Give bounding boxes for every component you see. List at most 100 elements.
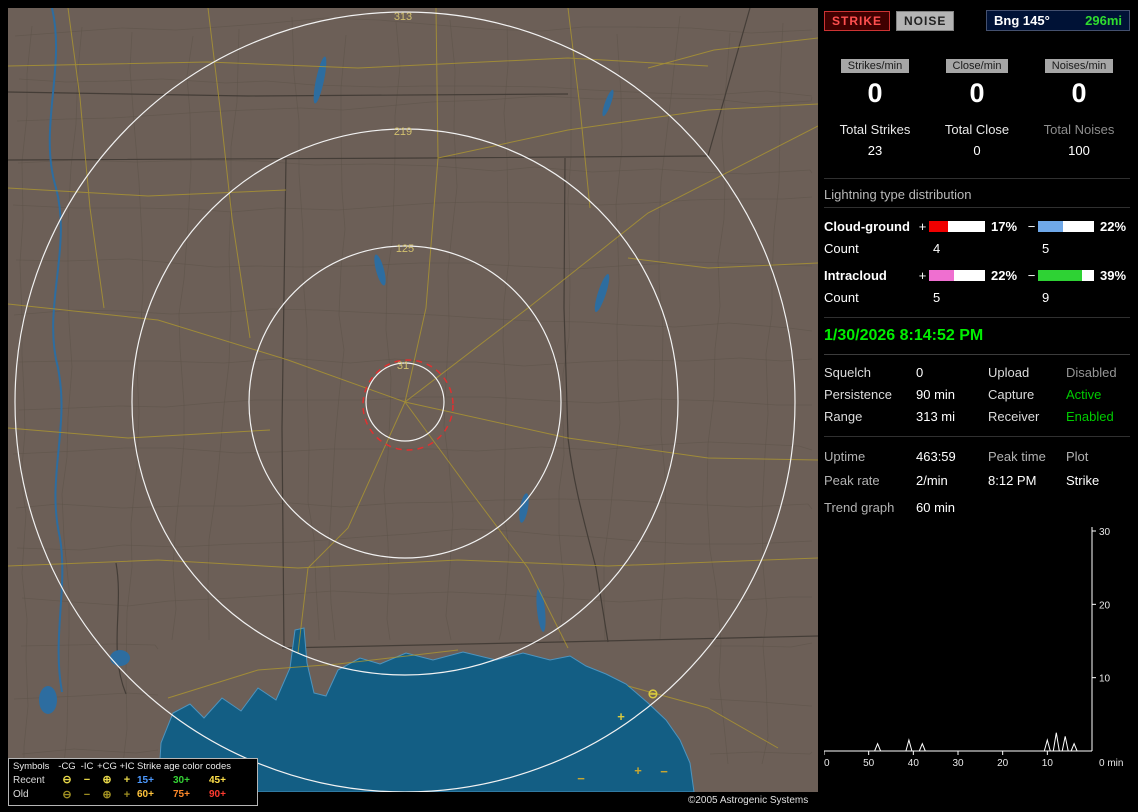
strike-button[interactable]: STRIKE bbox=[824, 10, 891, 31]
trend-x-tick-label: 30 bbox=[952, 758, 964, 769]
peak-time-label: Peak time bbox=[988, 449, 1046, 464]
plus-sign: + bbox=[918, 268, 927, 283]
noises-per-min-chip: Noises/min bbox=[1044, 59, 1114, 73]
trend-x-tick-label: 40 bbox=[908, 758, 920, 769]
persistence-value: 90 min bbox=[916, 387, 956, 402]
legend-col-pos-ic: +IC bbox=[119, 761, 135, 772]
ic-negative-count: 9 bbox=[1042, 290, 1050, 305]
trend-y-tick-label: 30 bbox=[1099, 527, 1111, 538]
count-label: Count bbox=[824, 290, 859, 305]
status-panel: STRIKE NOISE Bng 145° 296mi Strikes/min … bbox=[818, 10, 1130, 778]
trend-graph-row: Trend graph 60 min bbox=[824, 500, 1130, 515]
strike-symbol: ⊖ bbox=[648, 686, 659, 701]
total-strikes-value: 23 bbox=[867, 143, 883, 158]
legend-symbols-header: Symbols bbox=[13, 761, 50, 772]
trend-spike bbox=[1070, 742, 1078, 752]
strike-symbol: − bbox=[577, 771, 585, 786]
noise-button[interactable]: NOISE bbox=[896, 10, 955, 31]
age-code-60: 60+ bbox=[137, 789, 154, 801]
range-value: 313 mi bbox=[916, 409, 956, 424]
cg-negative-bar bbox=[1038, 221, 1094, 232]
intracloud-count-row: Count 5 9 bbox=[824, 290, 1130, 305]
ic-negative-bar bbox=[1038, 270, 1094, 281]
legend-col-pos-cg: +CG bbox=[97, 761, 117, 772]
legend-row-old-label: Old bbox=[13, 789, 29, 801]
ring-label-125: 125 bbox=[396, 243, 414, 255]
capture-label: Capture bbox=[988, 387, 1035, 402]
peak-time-value: 8:12 PM bbox=[988, 473, 1037, 488]
rate-box-close: Close/min 0 Total Close 0 bbox=[926, 57, 1028, 158]
lightning-map[interactable]: 313 219 125 31 ⊖ + + − − bbox=[7, 7, 819, 793]
trend-y-tick-label: 10 bbox=[1099, 674, 1111, 685]
upload-status: Disabled bbox=[1066, 365, 1117, 380]
upload-label: Upload bbox=[988, 365, 1030, 380]
receiver-status: Enabled bbox=[1066, 409, 1114, 424]
squelch-value: 0 bbox=[916, 365, 924, 380]
plus-sign: + bbox=[918, 219, 927, 234]
ring-label-313: 313 bbox=[394, 11, 412, 23]
intracloud-label: Intracloud bbox=[824, 268, 887, 283]
trend-x-tick-label: 10 bbox=[1042, 758, 1054, 769]
lightning-distribution-section: Lightning type distribution Cloud-ground… bbox=[824, 178, 1130, 305]
peak-rate-label: Peak rate bbox=[824, 473, 880, 488]
rate-box-strikes: Strikes/min 0 Total Strikes 23 bbox=[824, 57, 926, 158]
cloud-ground-label: Cloud-ground bbox=[824, 219, 910, 234]
total-noises-value: 100 bbox=[1068, 143, 1090, 158]
pos-ic-old-icon: + bbox=[123, 788, 131, 801]
neg-ic-old-icon: − bbox=[83, 788, 91, 801]
legend-age-header: Strike age color codes bbox=[137, 761, 231, 772]
trend-x-tick-label: 60 bbox=[824, 758, 830, 769]
trend-spike bbox=[1052, 732, 1060, 752]
trend-spike bbox=[918, 742, 926, 752]
legend-row-recent-label: Recent bbox=[13, 774, 45, 786]
close-per-min-value: 0 bbox=[969, 78, 985, 108]
panel-top-bar: STRIKE NOISE Bng 145° 296mi bbox=[824, 10, 1130, 31]
total-noises-label: Total Noises bbox=[1043, 122, 1115, 137]
trend-spike bbox=[1061, 736, 1069, 752]
uptime-label: Uptime bbox=[824, 449, 866, 464]
cg-positive-bar bbox=[929, 221, 985, 232]
total-close-label: Total Close bbox=[944, 122, 1010, 137]
noises-per-min-value: 0 bbox=[1071, 78, 1087, 108]
age-code-45: 45+ bbox=[209, 774, 226, 786]
strike-symbol: + bbox=[634, 763, 642, 778]
trend-graph-label: Trend graph bbox=[824, 500, 895, 515]
pos-cg-old-icon: ⊕ bbox=[102, 788, 112, 801]
pos-ic-recent-icon: + bbox=[123, 773, 131, 786]
cg-positive-count: 4 bbox=[933, 241, 941, 256]
trend-y-tick-label: 20 bbox=[1099, 600, 1111, 611]
uptime-value: 463:59 bbox=[916, 449, 956, 464]
minus-sign: − bbox=[1027, 268, 1036, 283]
trend-spike bbox=[905, 738, 913, 752]
strikes-per-min-value: 0 bbox=[867, 78, 883, 108]
neg-ic-recent-icon: − bbox=[83, 773, 91, 786]
trend-spike bbox=[874, 742, 882, 752]
ic-positive-pct: 22% bbox=[991, 268, 1018, 283]
distribution-row-cloud-ground: Cloud-ground + 17% − 22% bbox=[824, 219, 1130, 234]
age-code-30: 30+ bbox=[173, 774, 190, 786]
age-code-90: 90+ bbox=[209, 789, 226, 801]
neg-cg-recent-icon: ⊖ bbox=[62, 773, 72, 786]
peak-rate-value: 2/min bbox=[916, 473, 948, 488]
legend-col-neg-ic: -IC bbox=[80, 761, 94, 772]
total-strikes-label: Total Strikes bbox=[839, 122, 911, 137]
bearing-display: Bng 145° 296mi bbox=[986, 10, 1130, 31]
ring-label-31: 31 bbox=[397, 360, 409, 372]
age-code-15: 15+ bbox=[137, 774, 154, 786]
cloud-ground-count-row: Count 4 5 bbox=[824, 241, 1130, 256]
rate-boxes: Strikes/min 0 Total Strikes 23 Close/min… bbox=[824, 57, 1130, 158]
legend-col-neg-cg: -CG bbox=[58, 761, 76, 772]
neg-cg-old-icon: ⊖ bbox=[62, 788, 72, 801]
count-label: Count bbox=[824, 241, 859, 256]
trend-chart: 30 20 10 60 50 40 30 20 10 0 min bbox=[818, 523, 1130, 778]
datetime-display: 1/30/2026 8:14:52 PM bbox=[824, 317, 1130, 355]
trend-x-tick-label: 20 bbox=[997, 758, 1009, 769]
trend-chart-canvas: 30 20 10 60 50 40 30 20 10 0 min bbox=[818, 527, 1123, 769]
trend-spike bbox=[1043, 738, 1051, 752]
range-label: Range bbox=[824, 409, 863, 424]
age-code-75: 75+ bbox=[173, 789, 190, 801]
close-per-min-chip: Close/min bbox=[945, 59, 1009, 73]
minus-sign: − bbox=[1027, 219, 1036, 234]
map-canvas: 313 219 125 31 ⊖ + + − − bbox=[7, 7, 819, 793]
plot-label: Plot bbox=[1066, 449, 1089, 464]
